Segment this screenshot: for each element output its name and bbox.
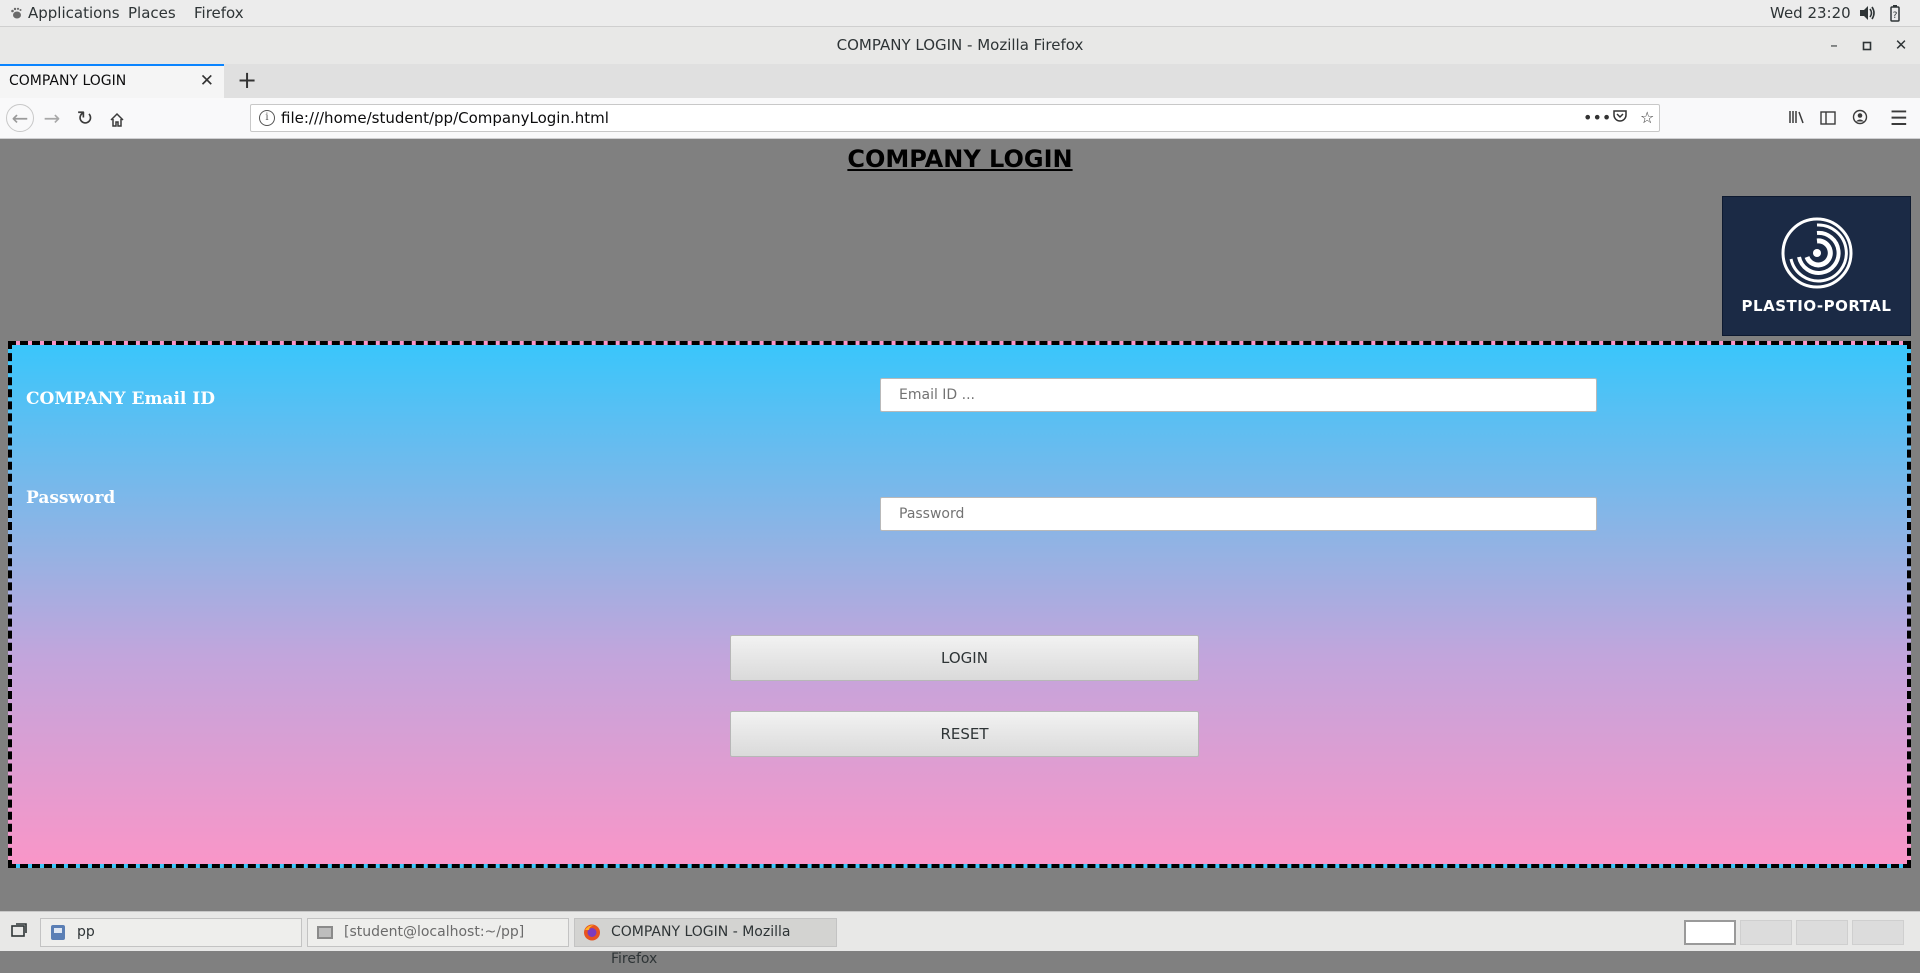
- taskbar: pp [student@localhost:~/pp] COMPANY LOGI…: [0, 911, 1920, 967]
- taskbar-item-terminal[interactable]: [student@localhost:~/pp]: [307, 918, 569, 947]
- login-button[interactable]: LOGIN: [730, 635, 1199, 681]
- taskbar-item-pp[interactable]: pp: [40, 918, 302, 947]
- new-tab-icon[interactable]: +: [232, 66, 262, 94]
- library-icon[interactable]: [1783, 104, 1811, 132]
- file-manager-icon: [51, 925, 65, 940]
- tab-company-login[interactable]: COMPANY LOGIN ✕: [0, 64, 224, 98]
- email-input[interactable]: [880, 378, 1597, 412]
- page-content: COMPANY LOGIN PLASTIO-PORTAL COMPANY Ema…: [0, 139, 1920, 911]
- hamburger-menu-icon[interactable]: ☰: [1885, 104, 1913, 132]
- battery-icon[interactable]: ?: [1888, 4, 1902, 22]
- svg-text:?: ?: [1893, 11, 1898, 21]
- workspace-3[interactable]: [1796, 920, 1848, 945]
- taskbar-item-label: [student@localhost:~/pp]: [344, 924, 525, 940]
- password-label: Password: [26, 488, 116, 508]
- applications-menu[interactable]: Applications: [10, 0, 120, 26]
- forward-arrow-icon[interactable]: →: [38, 104, 66, 132]
- show-desktop-icon[interactable]: [8, 920, 30, 942]
- url-bar[interactable]: i file:///home/student/pp/CompanyLogin.h…: [250, 104, 1660, 132]
- workspace-2[interactable]: [1740, 920, 1792, 945]
- speaker-icon[interactable]: [1858, 4, 1876, 22]
- pocket-icon[interactable]: [1612, 108, 1628, 128]
- navigation-bar: ← → ↻ i file:///home/student/pp/CompanyL…: [0, 98, 1920, 139]
- login-form: COMPANY Email ID Password LOGIN RESET: [8, 341, 1911, 868]
- close-window-icon[interactable]: ✕: [1886, 27, 1916, 64]
- window-title: COMPANY LOGIN - Mozilla Firefox: [836, 36, 1084, 54]
- logo-text: PLASTIO-PORTAL: [1741, 297, 1892, 315]
- site-info-icon[interactable]: i: [259, 110, 275, 126]
- plastio-portal-logo: PLASTIO-PORTAL: [1722, 196, 1911, 336]
- page-title: COMPANY LOGIN: [847, 145, 1073, 173]
- taskbar-item-firefox[interactable]: COMPANY LOGIN - Mozilla Firefox: [574, 918, 837, 967]
- account-icon[interactable]: [1846, 104, 1874, 132]
- window-titlebar: COMPANY LOGIN - Mozilla Firefox – ✕: [0, 27, 1920, 65]
- swirl-logo-icon: [1781, 217, 1853, 289]
- home-icon[interactable]: [103, 104, 131, 132]
- places-menu[interactable]: Places: [128, 0, 176, 26]
- gnome-foot-icon: [11, 7, 22, 19]
- bookmark-star-icon[interactable]: ☆: [1640, 108, 1654, 127]
- workspace-4[interactable]: [1852, 920, 1904, 945]
- email-label: COMPANY Email ID: [26, 389, 215, 409]
- terminal-icon: [317, 926, 333, 939]
- page-actions-icon[interactable]: •••: [1583, 108, 1611, 127]
- maximize-icon[interactable]: [1852, 27, 1882, 64]
- tab-label: COMPANY LOGIN: [9, 73, 127, 89]
- taskbar-item-label: COMPANY LOGIN - Mozilla Firefox: [611, 924, 791, 967]
- back-arrow-icon[interactable]: ←: [6, 104, 34, 132]
- close-tab-icon[interactable]: ✕: [200, 71, 214, 91]
- workspace-1[interactable]: [1684, 920, 1736, 945]
- clock[interactable]: Wed 23:20: [1770, 0, 1851, 26]
- reload-icon[interactable]: ↻: [71, 104, 99, 132]
- tab-strip: COMPANY LOGIN ✕ +: [0, 64, 1920, 99]
- reset-button[interactable]: RESET: [730, 711, 1199, 757]
- url-text: file:///home/student/pp/CompanyLogin.htm…: [281, 109, 609, 127]
- password-input[interactable]: [880, 497, 1597, 531]
- applications-label: Applications: [28, 4, 120, 22]
- system-top-bar: Applications Places Firefox Wed 23:20 ?: [0, 0, 1920, 27]
- firefox-menu[interactable]: Firefox: [194, 0, 244, 26]
- firefox-icon: [584, 924, 600, 941]
- taskbar-item-label: pp: [77, 924, 95, 940]
- minimize-icon[interactable]: –: [1819, 27, 1849, 64]
- sidebar-icon[interactable]: [1814, 104, 1842, 132]
